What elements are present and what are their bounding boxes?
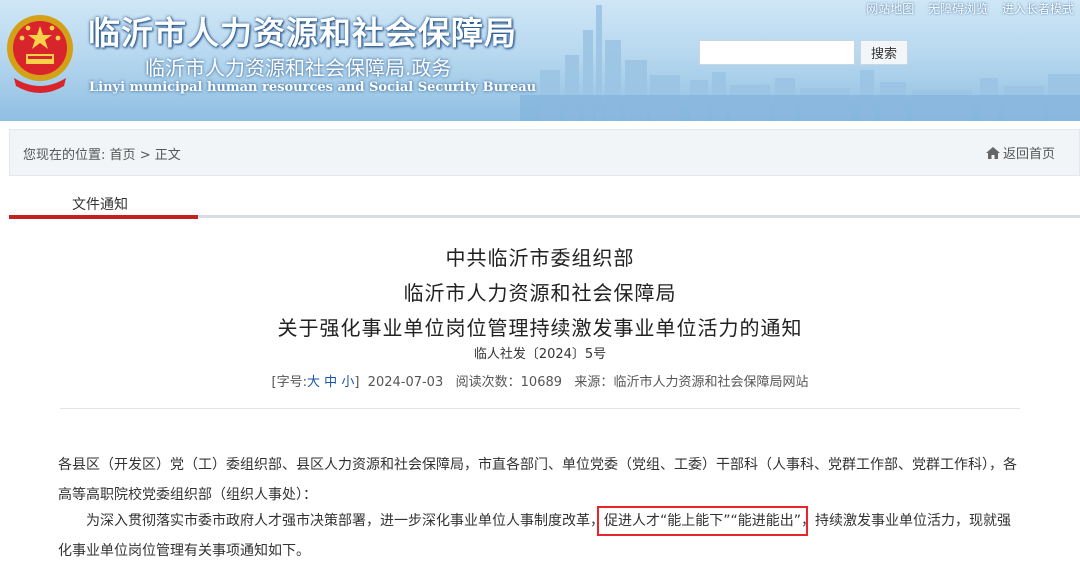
home-icon	[985, 147, 1000, 159]
search-button[interactable]: 搜索	[860, 40, 908, 65]
breadcrumb-bar: 您现在的位置: 首页 > 正文 返回首页	[9, 129, 1080, 176]
highlighted-phrase: 促进人才“能上能下”“能进能出”	[596, 506, 809, 536]
breadcrumb-prefix: 您现在的位置:	[23, 148, 106, 163]
breadcrumb-separator: >	[139, 148, 151, 163]
font-size-small[interactable]: 小	[341, 375, 354, 390]
font-size-end: ]	[354, 375, 360, 390]
paragraph-2-text-start: 为深入贯彻落实市委市政府人才强市决策部署，进一步深化事业单位人事制度改革，	[86, 513, 604, 529]
breadcrumb: 您现在的位置: 首页 > 正文	[23, 144, 181, 163]
article-title-line-1: 中共临沂市委组织部	[445, 246, 635, 270]
site-header: 临沂市人力资源和社会保障局 临沂市人力资源和社会保障局.政务 Linyi mun…	[0, 0, 1080, 121]
site-title: 临沂市人力资源和社会保障局	[88, 14, 518, 52]
document-number: 临人社发〔2024〕5号	[473, 347, 607, 362]
source-name: 临沂市人力资源和社会保障局网站	[613, 375, 809, 390]
views-count: 10689	[520, 375, 563, 390]
tab-active-indicator	[9, 215, 198, 219]
national-emblem-icon	[7, 15, 73, 93]
search-input[interactable]	[699, 40, 855, 65]
article-meta: [字号:大 中 小] 2024-07-03 阅读次数：10689 来源：临沂市人…	[0, 371, 1080, 390]
tab-divider	[198, 215, 1080, 218]
top-links: 网站地图 无障碍浏览 进入长者模式	[856, 0, 1074, 17]
breadcrumb-current: 正文	[154, 148, 181, 163]
content-divider	[60, 408, 1020, 409]
accessibility-link[interactable]: 无障碍浏览	[928, 2, 988, 16]
back-home-label: 返回首页	[1002, 147, 1055, 162]
breadcrumb-home-link[interactable]: 首页	[110, 148, 136, 163]
source-label: 来源：	[574, 375, 614, 390]
font-size-medium[interactable]: 中	[324, 375, 337, 390]
site-subtitle: 临沂市人力资源和社会保障局.政务	[145, 56, 452, 80]
publish-date: 2024-07-03	[367, 375, 444, 390]
back-home-button[interactable]: 返回首页	[985, 143, 1055, 162]
article-title-line-2: 临沂市人力资源和社会保障局	[403, 281, 677, 305]
sitemap-link[interactable]: 网站地图	[866, 2, 914, 16]
views-label: 阅读次数：	[455, 375, 521, 390]
tab-file-notice[interactable]: 文件通知	[72, 194, 128, 214]
site-title-english: Linyi municipal human resources and Soci…	[89, 80, 537, 95]
article-title-line-3: 关于强化事业单位岗位管理持续激发事业单位活力的通知	[277, 316, 803, 340]
article-paragraph-2: 为深入贯彻落实市委市政府人才强市决策部署，进一步深化事业单位人事制度改革，促进人…	[58, 506, 1023, 566]
article-paragraph-1: 各县区（开发区）党（工）委组织部、县区人力资源和社会保障局，市直各部门、单位党委…	[58, 457, 1017, 503]
elderly-mode-link[interactable]: 进入长者模式	[1002, 2, 1074, 16]
font-size-label: [字号:	[271, 375, 307, 390]
font-size-large[interactable]: 大	[307, 375, 320, 390]
